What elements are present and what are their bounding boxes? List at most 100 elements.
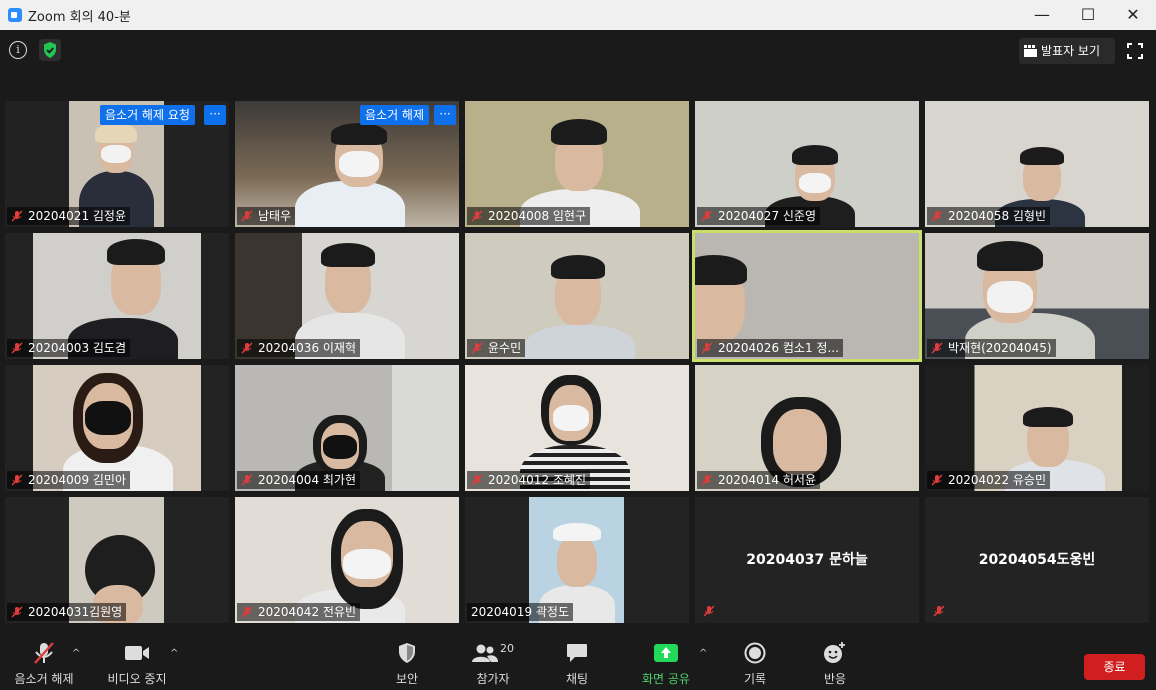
muted-mic-icon — [241, 606, 253, 618]
more-options-button[interactable]: ··· — [204, 105, 226, 125]
participant-nameplate: 20204019 곽정도 — [467, 603, 574, 621]
participant-tile[interactable]: 20204042 전유빈 — [235, 497, 459, 623]
speaker-view-button[interactable]: 발표자 보기 — [1019, 38, 1115, 64]
participant-tile-active-speaker[interactable]: 20204026 컴소1 정... — [692, 230, 922, 362]
participant-name: 20204014 허서윤 — [718, 473, 817, 487]
participant-tile[interactable]: 20204009 김민아 — [5, 365, 229, 491]
participants-count: 20 — [500, 641, 514, 655]
participant-name: 20204027 신준영 — [718, 209, 817, 223]
muted-mic-icon — [11, 342, 23, 354]
participant-tile[interactable]: 20204003 김도겸 — [5, 233, 229, 359]
participant-name: 20204054도웅빈 — [978, 552, 1096, 568]
participant-tile[interactable]: 20204004 최가현 — [235, 365, 459, 491]
window-title: Zoom 회의 40-분 — [28, 10, 131, 25]
participant-name: 20204058 김형빈 — [948, 209, 1047, 223]
end-meeting-button[interactable]: 종료 — [1084, 654, 1145, 680]
request-unmute-button[interactable]: 음소거 해제 요청 — [100, 105, 195, 125]
zoom-app-icon — [8, 8, 22, 22]
share-screen-button[interactable]: 화면 공유 — [638, 640, 694, 687]
chat-bubble-icon — [567, 644, 587, 662]
stop-video-label: 비디오 중지 — [107, 672, 167, 686]
participants-icon — [472, 644, 498, 662]
participant-nameplate: 20204008 임현구 — [467, 207, 591, 225]
participant-nameplate: 20204042 전유빈 — [237, 603, 361, 621]
participant-name: 20204003 김도겸 — [28, 341, 127, 355]
stop-video-button[interactable]: 비디오 중지 — [104, 640, 170, 687]
participant-name: 20204022 유승민 — [948, 473, 1047, 487]
participant-name: 20204012 조혜진 — [488, 473, 587, 487]
minimize-button[interactable]: — — [1019, 0, 1065, 30]
reactions-button[interactable]: 반응 — [816, 640, 854, 687]
muted-mic-icon — [931, 210, 943, 222]
chat-button[interactable]: 채팅 — [559, 640, 595, 687]
unmute-toolbar-button[interactable]: 음소거 해제 — [10, 640, 78, 687]
participants-label: 참가자 — [476, 672, 510, 686]
participant-tile[interactable]: 20204036 이재혁 — [235, 233, 459, 359]
participant-tile[interactable]: 음소거 해제 요청 ··· 20204021 김정윤 — [5, 101, 229, 227]
participant-nameplate: 20204026 컴소1 정... — [697, 339, 843, 357]
participant-tile-no-video[interactable]: 20204037 문하늘 — [695, 497, 919, 623]
meeting-controls-toolbar: 음소거 해제 ^ 비디오 중지 ^ 보안 20 참가자 채팅 화면 공유 ^ 기… — [0, 636, 1156, 690]
muted-mic-icon — [701, 474, 713, 486]
security-label: 보안 — [395, 672, 419, 686]
participant-tile[interactable]: 20204014 허서윤 — [695, 365, 919, 491]
participant-name: 20204004 최가현 — [258, 473, 357, 487]
participant-name: 윤수민 — [488, 341, 522, 355]
security-button[interactable]: 보안 — [387, 640, 427, 687]
participant-tile[interactable]: 20204019 곽정도 — [465, 497, 689, 623]
muted-mic-icon — [931, 474, 943, 486]
participant-tile[interactable]: 20204008 임현구 — [465, 101, 689, 227]
record-button[interactable]: 기록 — [737, 640, 773, 687]
participant-tile-no-video[interactable]: 20204054도웅빈 — [925, 497, 1149, 623]
unmute-button[interactable]: 음소거 해제 — [360, 105, 430, 125]
maximize-button[interactable]: ☐ — [1065, 0, 1111, 30]
participant-tile[interactable]: 음소거 해제 ··· 남태우 — [235, 101, 459, 227]
title-bar: Zoom 회의 40-분 — ☐ ✕ — [0, 0, 1156, 30]
participant-nameplate: 20204021 김정윤 — [7, 207, 131, 225]
participant-name: 20204042 전유빈 — [258, 605, 357, 619]
participants-button[interactable]: 20 참가자 — [470, 640, 516, 687]
muted-mic-icon — [931, 342, 943, 354]
muted-mic-icon — [241, 474, 253, 486]
security-shield-icon — [399, 643, 415, 663]
fullscreen-icon[interactable] — [1126, 42, 1144, 60]
participant-nameplate: 20204003 김도겸 — [7, 339, 131, 357]
muted-mic-icon — [701, 210, 713, 222]
muted-mic-icon — [701, 342, 713, 354]
share-screen-label: 화면 공유 — [642, 672, 690, 686]
close-button[interactable]: ✕ — [1110, 0, 1156, 30]
video-options-caret[interactable]: ^ — [170, 648, 178, 659]
video-camera-icon — [125, 646, 149, 660]
participant-tile[interactable]: 20204012 조혜진 — [465, 365, 689, 491]
muted-mic-icon — [933, 605, 945, 617]
reactions-label: 반응 — [823, 672, 847, 686]
participant-tile[interactable]: 20204022 유승민 — [925, 365, 1149, 491]
muted-mic-icon — [11, 210, 23, 222]
participant-tile[interactable]: 20204027 신준영 — [695, 101, 919, 227]
participant-name: 박재현(20204045) — [948, 341, 1052, 355]
participant-name: 20204031김원영 — [28, 605, 123, 619]
participant-tile[interactable]: 윤수민 — [465, 233, 689, 359]
participant-nameplate: 박재현(20204045) — [927, 339, 1056, 357]
participant-tile[interactable]: 20204031김원영 — [5, 497, 229, 623]
participant-nameplate: 남태우 — [237, 207, 296, 225]
muted-mic-icon — [703, 605, 715, 617]
participant-name: 20204009 김민아 — [28, 473, 127, 487]
encryption-shield-icon[interactable] — [39, 39, 61, 61]
audio-options-caret[interactable]: ^ — [72, 648, 80, 659]
record-icon — [744, 642, 766, 664]
participant-name: 20204036 이재혁 — [258, 341, 357, 355]
participant-tile[interactable]: 박재현(20204045) — [925, 233, 1149, 359]
more-options-button[interactable]: ··· — [434, 105, 456, 125]
participant-nameplate: 20204022 유승민 — [927, 471, 1051, 489]
participant-tile[interactable]: 20204058 김형빈 — [925, 101, 1149, 227]
speaker-view-icon — [1024, 45, 1037, 57]
unmute-label: 음소거 해제 — [14, 672, 74, 686]
chat-label: 채팅 — [565, 672, 589, 686]
reactions-emoji-icon — [824, 642, 845, 663]
info-icon[interactable]: i — [9, 41, 27, 59]
participant-name: 20204019 곽정도 — [471, 605, 570, 619]
meeting-top-bar: i 발표자 보기 — [0, 30, 1156, 70]
participant-nameplate: 20204036 이재혁 — [237, 339, 361, 357]
share-options-caret[interactable]: ^ — [699, 648, 707, 659]
